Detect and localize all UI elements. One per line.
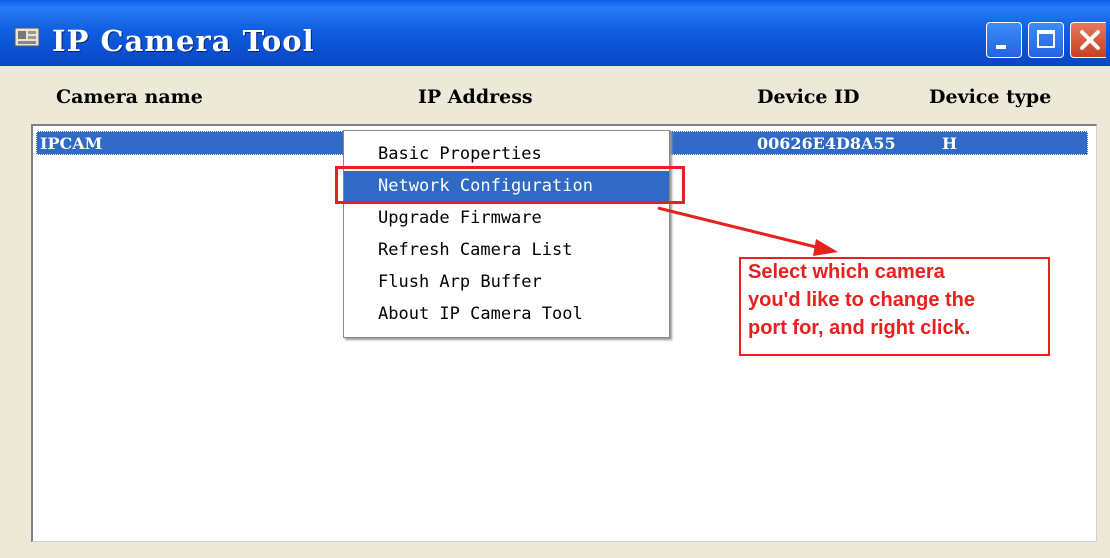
annotation-callout: Select which camera you'd like to change… (739, 257, 1050, 356)
annotation-line: Select which camera (748, 261, 945, 283)
annotation-line: port for, and right click. (748, 317, 971, 339)
annotation-line: you'd like to change the (748, 289, 976, 311)
ip-camera-tool-window: IP Camera Tool Camera name IP Address De… (0, 0, 1110, 558)
